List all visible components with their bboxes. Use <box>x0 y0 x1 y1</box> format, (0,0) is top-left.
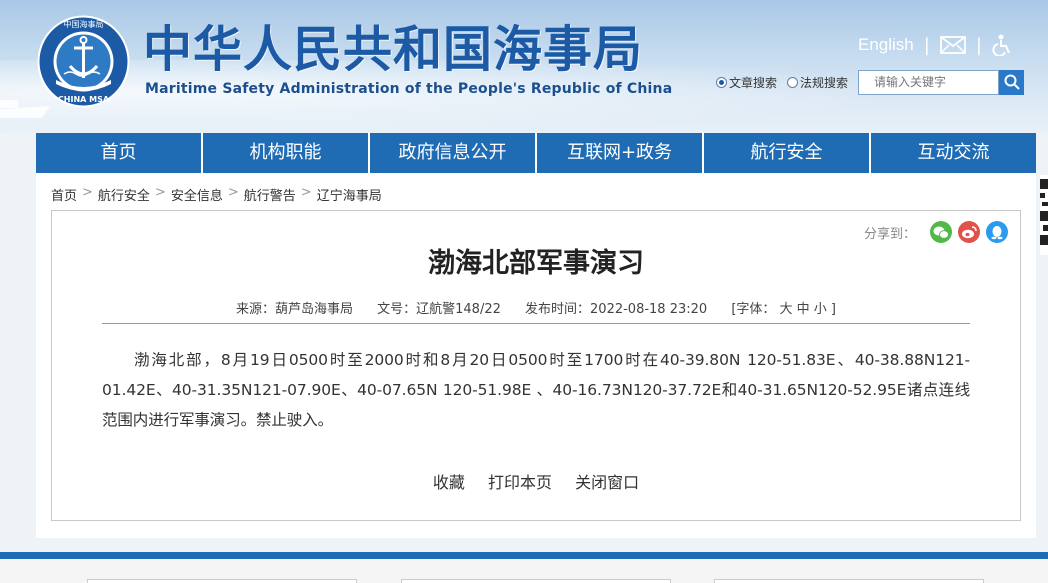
nav-item-nav-safety[interactable]: 航行安全 <box>704 133 871 173</box>
qr-code-edge <box>1040 175 1048 255</box>
font-size-control[interactable]: [字体： 大 中 小 ] <box>731 302 836 317</box>
main-content: 首页 > 航行安全 > 安全信息 > 航行警告 > 辽宁海事局 分享到： 渤海北… <box>36 173 1036 538</box>
site-subtitle: Maritime Safety Administration of the Pe… <box>145 81 673 97</box>
mail-icon[interactable] <box>939 36 966 54</box>
breadcrumb-nav-warning[interactable]: 航行警告 <box>244 185 296 204</box>
article-source: 来源：葫芦岛海事局 <box>235 302 353 317</box>
nav-item-interaction[interactable]: 互动交流 <box>871 133 1036 173</box>
breadcrumb-sep: > <box>82 185 93 200</box>
qq-icon[interactable] <box>986 221 1008 243</box>
search-row: 文章搜索 法规搜索 <box>716 69 1025 95</box>
share-label: 分享到： <box>863 226 916 242</box>
footer-area <box>0 559 1048 583</box>
breadcrumb-sep: > <box>227 185 239 200</box>
share-bar: 分享到： <box>864 221 1008 243</box>
favorite-link[interactable]: 收藏 <box>433 473 465 492</box>
breadcrumb-nav-safety[interactable]: 航行安全 <box>98 185 150 204</box>
footer-box <box>87 579 357 583</box>
nav-item-functions[interactable]: 机构职能 <box>203 133 370 173</box>
article-panel: 分享到： 渤海北部军事演习 来源：葫芦岛海事局 文号：辽航警148/22 发布时… <box>51 210 1021 521</box>
article-publish-time: 发布时间：2022-08-18 23:20 <box>525 302 708 317</box>
footer-box <box>714 579 984 583</box>
english-link[interactable]: English <box>858 35 914 55</box>
breadcrumb-liaoning[interactable]: 辽宁海事局 <box>317 185 382 204</box>
logo-ring-text: 中国海事局 <box>64 19 104 29</box>
search-button[interactable] <box>999 69 1025 95</box>
breadcrumb-home[interactable]: 首页 <box>51 185 77 204</box>
radio-article-label: 文章搜索 <box>729 75 778 90</box>
separator: | <box>975 34 982 56</box>
msa-logo-icon: CHINA MSA 中国海事局 <box>37 15 130 108</box>
nav-item-home[interactable]: 首页 <box>36 133 203 173</box>
site-title: 中华人民共和国海事局 <box>143 21 644 78</box>
wechat-icon[interactable] <box>930 221 952 243</box>
radio-article-search[interactable]: 文章搜索 <box>716 74 777 91</box>
article-doc-no: 文号：辽航警148/22 <box>377 302 501 317</box>
separator: | <box>923 34 930 56</box>
breadcrumb: 首页 > 航行安全 > 安全信息 > 航行警告 > 辽宁海事局 <box>51 185 382 204</box>
print-link[interactable]: 打印本页 <box>488 473 552 492</box>
radio-dot-selected[interactable] <box>716 76 727 88</box>
radio-regulation-label: 法规搜索 <box>800 75 849 90</box>
article-actions: 收藏 打印本页 关闭窗口 <box>52 469 1020 493</box>
accessibility-icon[interactable] <box>992 34 1012 56</box>
search-input[interactable] <box>858 69 1000 95</box>
article-meta: 来源：葫芦岛海事局 文号：辽航警148/22 发布时间：2022-08-18 2… <box>52 298 1020 317</box>
nav-item-internet-gov[interactable]: 互联网+政务 <box>537 133 704 173</box>
footer-box <box>401 579 671 583</box>
article-title: 渤海北部军事演习 <box>428 248 644 279</box>
radio-regulation-search[interactable]: 法规搜索 <box>787 74 848 91</box>
logo-bottom-text: CHINA MSA <box>58 95 110 104</box>
site-header: CHINA MSA 中国海事局 中华人民共和国海事局 Maritime Safe… <box>0 0 1048 133</box>
breadcrumb-sep: > <box>300 185 312 200</box>
main-nav: 首页 机构职能 政府信息公开 互联网+政务 航行安全 互动交流 <box>36 133 1036 173</box>
search-icon <box>1004 74 1020 90</box>
breadcrumb-safety-info[interactable]: 安全信息 <box>171 185 223 204</box>
weibo-icon[interactable] <box>958 221 980 243</box>
article-body: 渤海北部，8月19日0500时至2000时和8月20日0500时至1700时在4… <box>102 351 970 429</box>
close-window-link[interactable]: 关闭窗口 <box>575 473 639 492</box>
top-links: English | | <box>858 32 1012 58</box>
breadcrumb-sep: > <box>154 185 166 200</box>
nav-item-gov-info[interactable]: 政府信息公开 <box>370 133 537 173</box>
divider <box>102 323 970 324</box>
radio-dot[interactable] <box>787 76 799 88</box>
